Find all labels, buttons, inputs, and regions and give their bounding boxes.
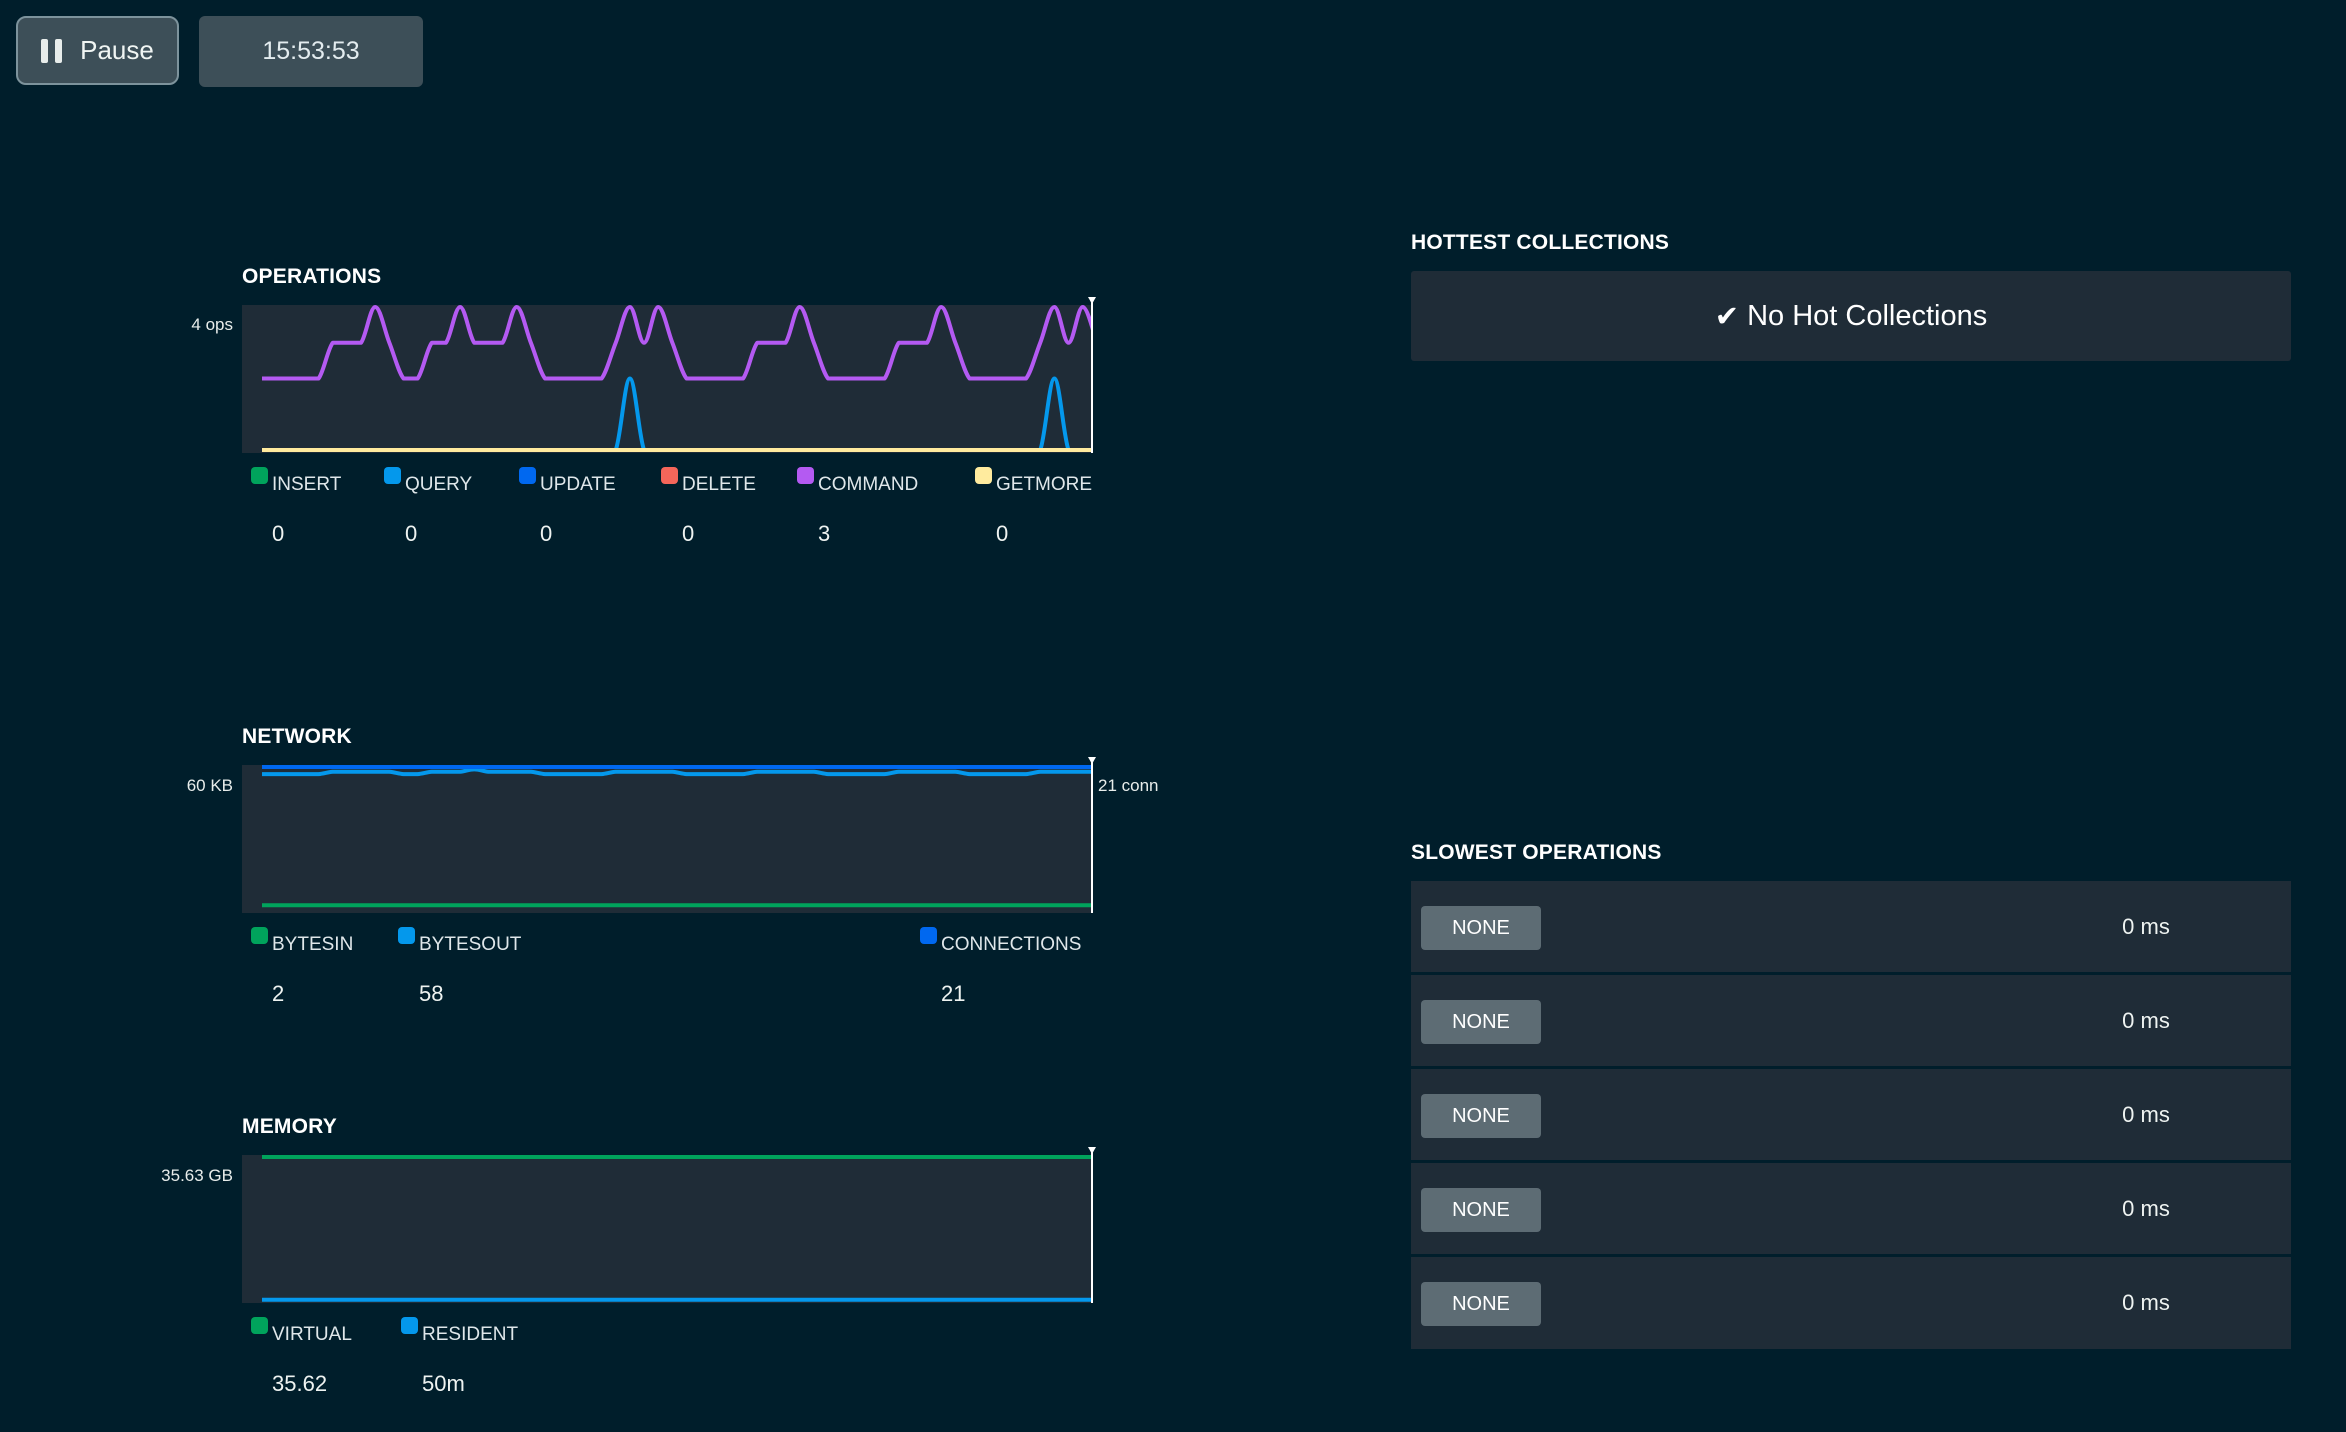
chart-cursor-marker-icon xyxy=(1088,297,1096,304)
legend-value-command: 3 xyxy=(818,521,831,546)
legend-label-getmore: GETMORE xyxy=(996,474,1093,495)
legend-swatch-insert xyxy=(251,467,268,484)
slow-op-row: NONE 0 ms xyxy=(1411,881,2291,972)
legend-swatch-query xyxy=(384,467,401,484)
legend-label-command: COMMAND xyxy=(818,474,919,495)
no-hot-collections-message: No Hot Collections xyxy=(1747,299,1988,332)
legend-swatch-bytesout xyxy=(398,927,415,944)
memory-y-max-label: 35.63 GB xyxy=(161,1166,233,1185)
legend-label-update: UPDATE xyxy=(540,474,616,495)
slow-op-row: NONE 0 ms xyxy=(1411,975,2291,1066)
slow-op-row: NONE 0 ms xyxy=(1411,1257,2291,1349)
pause-icon xyxy=(41,38,63,63)
pause-label: Pause xyxy=(80,35,154,65)
legend-label-virtual: VIRTUAL xyxy=(272,1324,352,1345)
chart-plot-area xyxy=(242,1155,1092,1303)
legend-swatch-update xyxy=(519,467,536,484)
legend-swatch-resident xyxy=(401,1317,418,1334)
hottest-collections-title: HOTTEST COLLECTIONS xyxy=(1411,231,1670,254)
legend-value-resident: 50m xyxy=(422,1371,465,1396)
hottest-collections-panel: ✔ No Hot Collections xyxy=(1411,271,2291,361)
legend-label-bytesin: BYTESIN xyxy=(272,934,354,955)
operations-chart xyxy=(242,297,1096,453)
slowest-operations-list: NONE 0 ms NONE 0 ms NONE 0 ms NONE 0 ms … xyxy=(1411,881,2291,1349)
slow-op-name-button[interactable]: NONE xyxy=(1421,906,1541,950)
legend-value-insert: 0 xyxy=(272,521,285,546)
pause-button[interactable]: Pause xyxy=(16,16,179,85)
slow-op-duration: 0 ms xyxy=(2122,1008,2170,1033)
network-y-max-label: 60 KB xyxy=(186,776,233,795)
legend-swatch-bytesin xyxy=(251,927,268,944)
legend-swatch-connections xyxy=(920,927,937,944)
network-chart xyxy=(242,757,1096,913)
legend-value-connections: 21 xyxy=(941,981,966,1006)
legend-swatch-virtual xyxy=(251,1317,268,1334)
current-time: 15:53:53 xyxy=(199,16,423,87)
slow-op-name-button[interactable]: NONE xyxy=(1421,1188,1541,1232)
chart-plot-area xyxy=(242,765,1092,913)
legend-label-bytesout: BYTESOUT xyxy=(419,934,522,955)
legend-label-delete: DELETE xyxy=(682,474,756,495)
legend-value-bytesin: 2 xyxy=(272,981,285,1006)
slow-op-name-button[interactable]: NONE xyxy=(1421,1094,1541,1138)
slow-op-duration: 0 ms xyxy=(2122,1102,2170,1127)
slow-op-row: NONE 0 ms xyxy=(1411,1069,2291,1160)
network-title: NETWORK xyxy=(242,725,352,748)
legend-value-getmore: 0 xyxy=(996,521,1009,546)
memory-chart xyxy=(242,1147,1096,1303)
legend-label-connections: CONNECTIONS xyxy=(941,934,1082,955)
slow-op-name-button[interactable]: NONE xyxy=(1421,1000,1541,1044)
legend-value-bytesout: 58 xyxy=(419,981,444,1006)
slow-op-duration: 0 ms xyxy=(2122,1196,2170,1221)
legend-value-delete: 0 xyxy=(682,521,695,546)
legend-swatch-delete xyxy=(661,467,678,484)
checkmark-icon: ✔ xyxy=(1714,300,1740,333)
legend-swatch-command xyxy=(797,467,814,484)
legend-label-insert: INSERT xyxy=(272,474,342,495)
slowest-operations-title: SLOWEST OPERATIONS xyxy=(1411,841,1662,864)
chart-cursor-marker-icon xyxy=(1088,1147,1096,1154)
legend-swatch-getmore xyxy=(975,467,992,484)
legend-value-update: 0 xyxy=(540,521,553,546)
slow-op-name-button[interactable]: NONE xyxy=(1421,1282,1541,1326)
legend-label-query: QUERY xyxy=(405,474,473,495)
legend-value-query: 0 xyxy=(405,521,418,546)
legend-label-resident: RESIDENT xyxy=(422,1324,519,1345)
slow-op-row: NONE 0 ms xyxy=(1411,1163,2291,1254)
memory-title: MEMORY xyxy=(242,1115,337,1138)
operations-title: OPERATIONS xyxy=(242,265,382,288)
operations-y-max-label: 4 ops xyxy=(191,315,233,334)
slow-op-duration: 0 ms xyxy=(2122,914,2170,939)
chart-cursor-marker-icon xyxy=(1088,757,1096,764)
legend-value-virtual: 35.62 xyxy=(272,1371,328,1396)
slow-op-duration: 0 ms xyxy=(2122,1290,2170,1315)
